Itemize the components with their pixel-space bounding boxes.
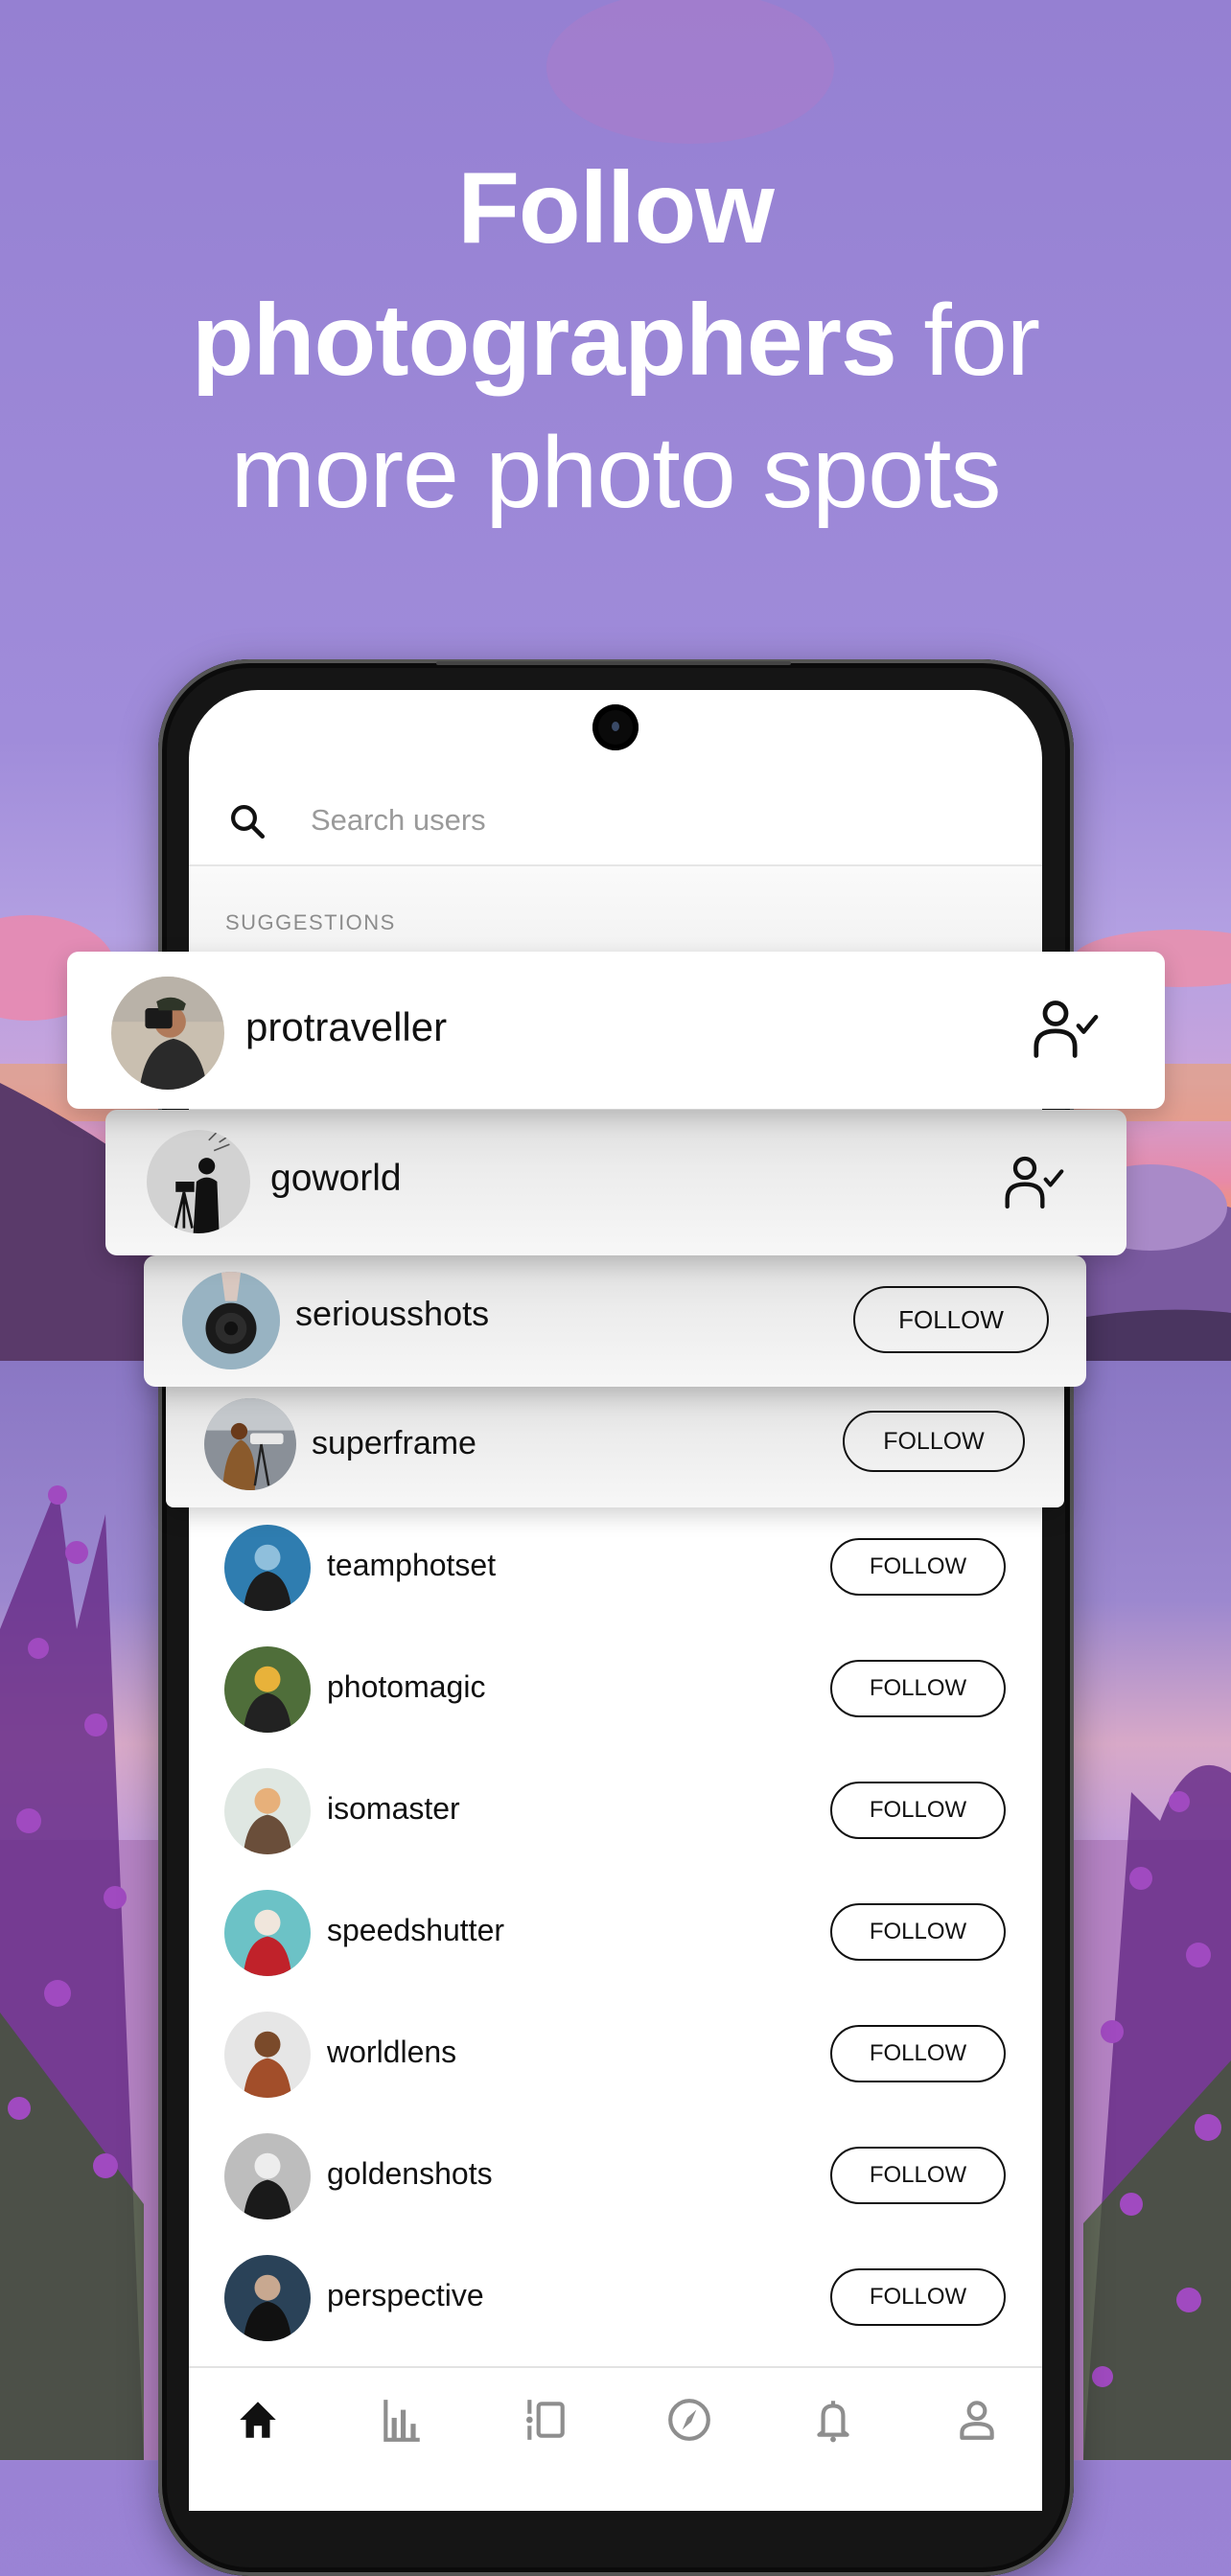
nav-explore[interactable] bbox=[661, 2391, 718, 2449]
avatar-image bbox=[224, 1525, 311, 1611]
user-list-item[interactable]: isomaster FOLLOW bbox=[189, 1751, 1042, 1873]
username: superframe bbox=[312, 1425, 476, 1461]
avatar bbox=[182, 1272, 280, 1369]
user-list-item[interactable]: teamphotset FOLLOW bbox=[189, 1507, 1042, 1629]
home-icon bbox=[240, 2402, 276, 2438]
avatar bbox=[111, 977, 224, 1090]
user-list-item[interactable]: goldenshots FOLLOW bbox=[189, 2116, 1042, 2238]
headline-line2-bold: photographers bbox=[191, 284, 897, 397]
bottom-nav bbox=[189, 2368, 1042, 2460]
avatar-image bbox=[111, 977, 224, 1090]
follow-button[interactable]: FOLLOW bbox=[830, 1660, 1006, 1717]
featured-user-card[interactable]: protraveller bbox=[67, 952, 1165, 1109]
follow-button[interactable]: FOLLOW bbox=[830, 1903, 1006, 1961]
avatar bbox=[224, 2133, 311, 2220]
avatar bbox=[224, 1525, 311, 1611]
featured-user-card[interactable]: seriousshots FOLLOW bbox=[144, 1255, 1086, 1387]
headline-line2-regular: for bbox=[895, 284, 1040, 397]
nav-stats[interactable] bbox=[373, 2391, 430, 2449]
nav-notifications[interactable] bbox=[804, 2391, 862, 2449]
avatar bbox=[224, 1646, 311, 1733]
user-list-item[interactable]: speedshutter FOLLOW bbox=[189, 1873, 1042, 1994]
profile-icon bbox=[960, 2401, 994, 2440]
avatar-image bbox=[224, 1646, 311, 1733]
username: protraveller bbox=[245, 1004, 448, 1049]
follow-button[interactable]: FOLLOW bbox=[853, 1286, 1049, 1353]
nav-feed[interactable] bbox=[517, 2391, 574, 2449]
avatar bbox=[224, 2012, 311, 2098]
search-icon bbox=[231, 805, 266, 840]
avatar bbox=[224, 2255, 311, 2341]
username: worldlens bbox=[327, 2035, 457, 2069]
avatar-image bbox=[224, 1768, 311, 1854]
avatar bbox=[204, 1398, 296, 1490]
username: perspective bbox=[327, 2278, 484, 2312]
avatar-image bbox=[224, 2012, 311, 2098]
avatar-image bbox=[204, 1398, 296, 1490]
avatar-image bbox=[224, 1890, 311, 1976]
bar-chart-icon bbox=[383, 2400, 420, 2442]
avatar-image bbox=[147, 1130, 250, 1233]
follow-button[interactable]: FOLLOW bbox=[830, 2025, 1006, 2082]
avatar bbox=[224, 1768, 311, 1854]
featured-user-card[interactable]: goworld bbox=[105, 1110, 1126, 1255]
compass-icon bbox=[668, 2399, 710, 2441]
username: goworld bbox=[270, 1158, 402, 1199]
user-list-item[interactable]: worldlens FOLLOW bbox=[189, 1994, 1042, 2116]
follow-button[interactable]: FOLLOW bbox=[830, 1538, 1006, 1596]
search-bar[interactable] bbox=[189, 767, 1042, 862]
headline-line3: more photo spots bbox=[230, 416, 1001, 529]
follow-button[interactable]: FOLLOW bbox=[830, 2147, 1006, 2204]
nav-profile[interactable] bbox=[948, 2391, 1006, 2449]
headline-line1: Follow bbox=[457, 151, 775, 264]
username: seriousshots bbox=[295, 1294, 490, 1333]
username: speedshutter bbox=[327, 1913, 505, 1947]
headline: Follow photographers for more photo spot… bbox=[0, 142, 1231, 539]
user-check-icon[interactable] bbox=[1031, 998, 1102, 1061]
feed-swipe-icon bbox=[526, 2400, 565, 2440]
search-input[interactable] bbox=[309, 795, 984, 845]
username: goldenshots bbox=[327, 2156, 493, 2191]
username: teamphotset bbox=[327, 1548, 497, 1582]
avatar-image bbox=[224, 2133, 311, 2220]
follow-button[interactable]: FOLLOW bbox=[843, 1411, 1025, 1472]
user-check-icon[interactable] bbox=[1002, 1154, 1067, 1211]
suggestions-label: SUGGESTIONS bbox=[225, 910, 396, 934]
phone-speaker bbox=[436, 661, 791, 665]
featured-user-card[interactable]: superframe FOLLOW bbox=[166, 1387, 1064, 1507]
follow-button[interactable]: FOLLOW bbox=[830, 2268, 1006, 2326]
username: isomaster bbox=[327, 1791, 460, 1826]
avatar bbox=[147, 1130, 250, 1233]
username: photomagic bbox=[327, 1669, 486, 1704]
avatar-image bbox=[182, 1272, 280, 1369]
avatar-image bbox=[224, 2255, 311, 2341]
user-list-item[interactable]: photomagic FOLLOW bbox=[189, 1629, 1042, 1751]
bell-icon bbox=[817, 2401, 849, 2443]
avatar bbox=[224, 1890, 311, 1976]
nav-home[interactable] bbox=[229, 2391, 287, 2449]
front-camera bbox=[592, 704, 639, 750]
follow-button[interactable]: FOLLOW bbox=[830, 1782, 1006, 1839]
user-list-item[interactable]: perspective FOLLOW bbox=[189, 2238, 1042, 2359]
